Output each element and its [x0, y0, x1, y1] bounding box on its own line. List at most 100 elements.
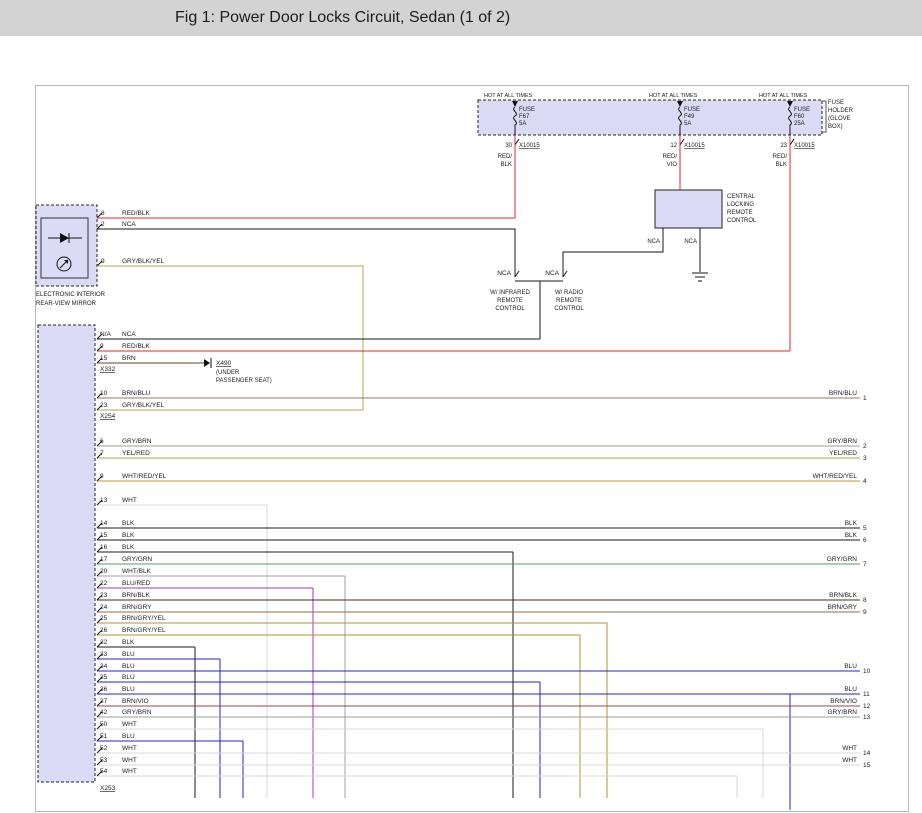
- connector-pin-wire: BLK: [122, 639, 135, 646]
- central-locking-label: CONTROL: [727, 218, 757, 224]
- connector-pin-wire: GRY/BRN: [122, 438, 152, 445]
- fuse-label: 25A: [794, 121, 805, 127]
- connector-pin-wire: BRN/BLU: [122, 390, 150, 397]
- connector-pin-wire: BLU: [122, 651, 135, 658]
- right-edge-circuit-number: 11: [863, 691, 870, 698]
- fuse-wire-label: BLK: [776, 162, 787, 168]
- central-locking-label: CENTRAL: [727, 194, 756, 200]
- fuse-wire-label: RED/: [773, 154, 788, 160]
- right-edge-wire-label: YEL/RED: [829, 450, 857, 457]
- connector-pin-number: 54: [100, 768, 108, 775]
- connector-pin-number: 42: [100, 709, 108, 716]
- fuse-connector-label: X10015: [519, 143, 540, 149]
- connector-pin-number: 7: [100, 450, 104, 457]
- connector-pin-number: 51: [100, 733, 108, 740]
- central-locking-nca-label: NCA: [647, 239, 660, 245]
- right-edge-circuit-number: 1: [863, 395, 867, 402]
- connector-pin-wire: BRN/GRY/YEL: [122, 615, 166, 622]
- connector-pin-number: 34: [100, 663, 108, 670]
- connector-name-label: X253: [100, 785, 116, 792]
- connector-pin-number: 53: [100, 757, 108, 764]
- fuse-label: 5A: [684, 121, 691, 127]
- mirror-pin-wire: GRY/BLK/YEL: [122, 258, 165, 265]
- right-edge-wire-label: BRN/BLU: [829, 390, 857, 397]
- connector-pin-number: 16: [100, 544, 108, 551]
- branch-option-label: W/ INFRARED: [490, 290, 530, 296]
- connector-pin-number: 9: [100, 473, 104, 480]
- connector-pin-wire: WHT/BLK: [122, 568, 152, 575]
- connector-pin-wire: BRN/GRY: [122, 604, 152, 611]
- connector-pin-wire: BLU/RED: [122, 580, 150, 587]
- connector-pin-number: 25: [100, 615, 108, 622]
- right-edge-wire-label: GRY/BRN: [828, 438, 858, 445]
- mirror-pin-wire: NCA: [122, 221, 136, 228]
- fuse-label: FUSE: [684, 107, 700, 113]
- branch-option-label: REMOTE: [497, 298, 523, 304]
- right-edge-circuit-number: 15: [863, 762, 871, 769]
- connector-pin-wire: BLU: [122, 674, 135, 681]
- connector-pin-number: 50: [100, 721, 108, 728]
- right-edge-wire-label: WHT: [842, 757, 857, 764]
- fuse-pin-number: 30: [505, 143, 512, 149]
- connector-pin-wire: BLU: [122, 733, 135, 740]
- branch-option-label: CONTROL: [554, 306, 584, 312]
- fuse-label: FUSE: [519, 107, 535, 113]
- connector-pin-number: 23: [100, 592, 108, 599]
- mirror-pin-wire: RED/BLK: [122, 210, 150, 217]
- mirror-label: REAR-VIEW MIRROR: [36, 301, 97, 307]
- connector-pin-number: 13: [100, 497, 108, 504]
- right-edge-circuit-number: 14: [863, 750, 871, 757]
- connector-pin-number: 52: [100, 745, 108, 752]
- central-locking-box: [655, 190, 722, 228]
- connector-pin-number: 35: [100, 674, 108, 681]
- connector-pin-number: 32: [100, 639, 108, 646]
- connector-pin-wire: WHT/RED/YEL: [122, 473, 167, 480]
- connector-pin-wire: BLK: [122, 532, 135, 539]
- connector-pin-number: 26: [100, 627, 108, 634]
- branch-nca-label: NCA: [545, 270, 559, 277]
- fuse-label: F49: [684, 114, 695, 120]
- connector-pin-wire: BRN/GRY/YEL: [122, 627, 166, 634]
- right-edge-circuit-number: 7: [863, 561, 867, 568]
- connector-pin-wire: GRY/BRN: [122, 709, 152, 716]
- connector-pin-wire: GRY/BLK/YEL: [122, 402, 165, 409]
- connector-pin-wire: NCA: [122, 331, 136, 338]
- connector-pin-number: N/A: [100, 331, 112, 338]
- connector-pin-wire: WHT: [122, 497, 137, 504]
- branch-option-label: REMOTE: [556, 298, 582, 304]
- right-edge-wire-label: WHT: [842, 745, 857, 752]
- connector-pin-number: 10: [100, 390, 108, 397]
- right-edge-circuit-number: 4: [863, 478, 867, 485]
- hot-at-all-times-label: HOT AT ALL TIMES: [484, 93, 533, 99]
- branch-option-label: W/ RADIO: [555, 290, 583, 296]
- fuse-wire-label: RED/: [663, 154, 678, 160]
- right-edge-wire-label: GRY/BRN: [828, 709, 858, 716]
- connector-pin-number: 9: [100, 343, 104, 350]
- right-edge-circuit-number: 9: [863, 609, 867, 616]
- diagram-border: [36, 86, 909, 812]
- right-edge-circuit-number: 12: [863, 703, 871, 710]
- fuse-wire-label: RED/: [498, 154, 513, 160]
- right-edge-wire-label: BRN/GRY: [828, 604, 858, 611]
- fuse-pin-number: 23: [780, 143, 787, 149]
- connector-name-label: X332: [100, 366, 116, 373]
- right-edge-wire-label: BRN/BLK: [829, 592, 857, 599]
- branch-nca-label: NCA: [497, 270, 511, 277]
- right-edge-circuit-number: 5: [863, 525, 867, 532]
- connector-pin-wire: WHT: [122, 757, 137, 764]
- x490-note: (UNDER: [216, 370, 240, 376]
- central-locking-nca-label: NCA: [684, 239, 697, 245]
- connector-name-label: X254: [100, 413, 116, 420]
- branch-option-label: CONTROL: [495, 306, 525, 312]
- fuse-wire-label: BLK: [501, 162, 512, 168]
- right-edge-circuit-number: 6: [863, 537, 867, 544]
- mirror-pin-number: 8: [101, 210, 105, 217]
- connector-pin-number: 20: [100, 568, 108, 575]
- connector-pin-number: 15: [100, 532, 108, 539]
- x490-note: PASSENGER SEAT): [216, 378, 272, 384]
- mirror-pin-number: 2: [101, 221, 105, 228]
- wiring-diagram-page: Fig 1: Power Door Locks Circuit, Sedan (…: [0, 0, 922, 813]
- connector-pin-number: 24: [100, 604, 108, 611]
- right-edge-circuit-number: 10: [863, 668, 871, 675]
- connector-pin-wire: BLU: [122, 686, 135, 693]
